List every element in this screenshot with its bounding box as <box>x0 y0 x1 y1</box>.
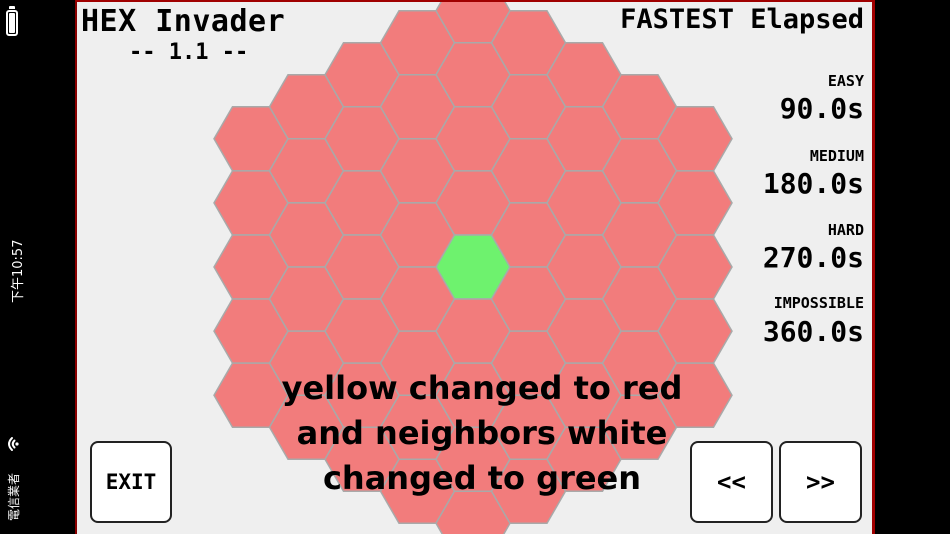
level-hard-time: 270.0s <box>762 241 864 274</box>
level-easy-label: EASY <box>827 72 864 90</box>
level-hard-label: HARD <box>827 221 864 239</box>
exit-label: EXIT <box>105 470 157 494</box>
battery-icon <box>6 10 18 36</box>
level-impossible-label: IMPOSSIBLE <box>773 294 864 312</box>
caption-line: yellow changed to red <box>281 369 683 407</box>
game-screen: HEX Invader -- 1.1 -- FASTEST Elapsed EA… <box>75 0 875 534</box>
records-title: FASTEST Elapsed <box>620 4 864 35</box>
level-impossible-time: 360.0s <box>762 315 864 348</box>
previous-label: << <box>717 468 746 496</box>
status-bar: 下午10:57 電信業者 <box>0 0 28 534</box>
battery-tip <box>9 6 15 9</box>
next-label: >> <box>806 468 835 496</box>
game-version: -- 1.1 -- <box>129 40 249 65</box>
caption-line: changed to green <box>322 459 642 497</box>
wifi-icon <box>8 437 19 451</box>
status-time: 下午10:57 <box>11 239 26 303</box>
level-medium-time: 180.0s <box>762 167 864 200</box>
caption-line: and neighbors white <box>296 414 668 452</box>
level-easy-time: 90.0s <box>779 92 864 125</box>
next-button[interactable]: >> <box>779 441 862 523</box>
tutorial-caption: yellow changed to red and neighbors whit… <box>217 366 747 501</box>
level-medium-label: MEDIUM <box>809 147 864 165</box>
game-title: HEX Invader <box>81 4 286 39</box>
carrier-name: 電信業者 <box>7 472 21 521</box>
previous-button[interactable]: << <box>690 441 773 523</box>
exit-button[interactable]: EXIT <box>90 441 172 523</box>
